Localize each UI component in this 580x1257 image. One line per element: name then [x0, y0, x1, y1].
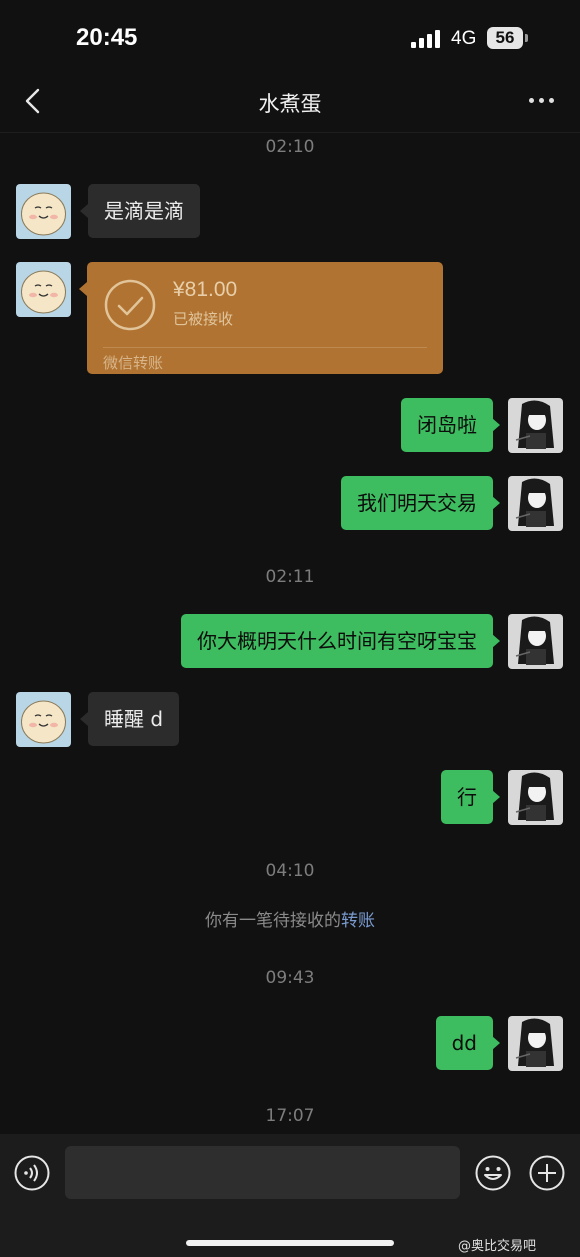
signal-icon [411, 30, 443, 48]
divider [103, 347, 427, 348]
bubble-tail [492, 418, 500, 432]
my-avatar[interactable] [508, 614, 563, 669]
message-outgoing[interactable]: 闭岛啦 [401, 398, 493, 452]
check-circle-icon [104, 279, 156, 331]
message-input[interactable] [65, 1146, 460, 1199]
my-avatar[interactable] [508, 398, 563, 453]
bubble-tail [492, 634, 500, 648]
home-indicator [186, 1240, 394, 1246]
contact-avatar[interactable] [16, 184, 71, 239]
plus-icon[interactable] [529, 1155, 565, 1191]
timestamp: 09:43 [265, 968, 315, 988]
watermark: @奥比交易吧 [458, 1239, 537, 1254]
bubble-tail [79, 282, 87, 296]
timestamp: 02:10 [265, 137, 315, 157]
battery-icon: 56 [487, 27, 523, 49]
bubble-tail [492, 1036, 500, 1050]
transfer-label: 微信转账 [103, 354, 164, 372]
emoji-icon[interactable] [475, 1155, 511, 1191]
my-avatar[interactable] [508, 1016, 563, 1071]
bubble-tail [80, 712, 88, 726]
voice-icon[interactable] [14, 1155, 50, 1191]
my-avatar[interactable] [508, 476, 563, 531]
chat-title: 水煮蛋 [258, 92, 322, 116]
battery-tip [525, 34, 528, 42]
message-incoming[interactable]: 是滴是滴 [88, 184, 200, 238]
transfer-card[interactable]: ¥81.00 已被接收 微信转账 [87, 262, 443, 374]
contact-avatar[interactable] [16, 692, 71, 747]
message-outgoing[interactable]: dd [435, 1016, 493, 1070]
message-outgoing[interactable]: 我们明天交易 [341, 476, 493, 530]
my-avatar[interactable] [508, 770, 563, 825]
timestamp: 17:07 [265, 1106, 315, 1126]
timestamp: 04:10 [265, 861, 315, 881]
system-message-text: 你有一笔待接收的 [205, 911, 341, 931]
network-type: 4G [451, 28, 477, 49]
nav-bar: 水煮蛋 [0, 70, 580, 133]
transfer-link[interactable]: 转账 [341, 911, 375, 931]
status-time: 20:45 [76, 24, 138, 51]
timestamp: 02:11 [265, 567, 315, 587]
system-message: 你有一笔待接收的转账 [0, 906, 580, 931]
message-outgoing[interactable]: 你大概明天什么时间有空呀宝宝 [181, 614, 493, 668]
bubble-tail [80, 204, 88, 218]
message-outgoing[interactable]: 行 [441, 770, 493, 824]
more-icon[interactable] [529, 98, 555, 106]
message-incoming[interactable]: 睡醒 d [88, 692, 180, 746]
transfer-amount: ¥81.00 [173, 278, 238, 301]
bubble-tail [492, 790, 500, 804]
contact-avatar[interactable] [16, 262, 71, 317]
transfer-status: 已被接收 [173, 310, 234, 328]
bubble-tail [492, 496, 500, 510]
